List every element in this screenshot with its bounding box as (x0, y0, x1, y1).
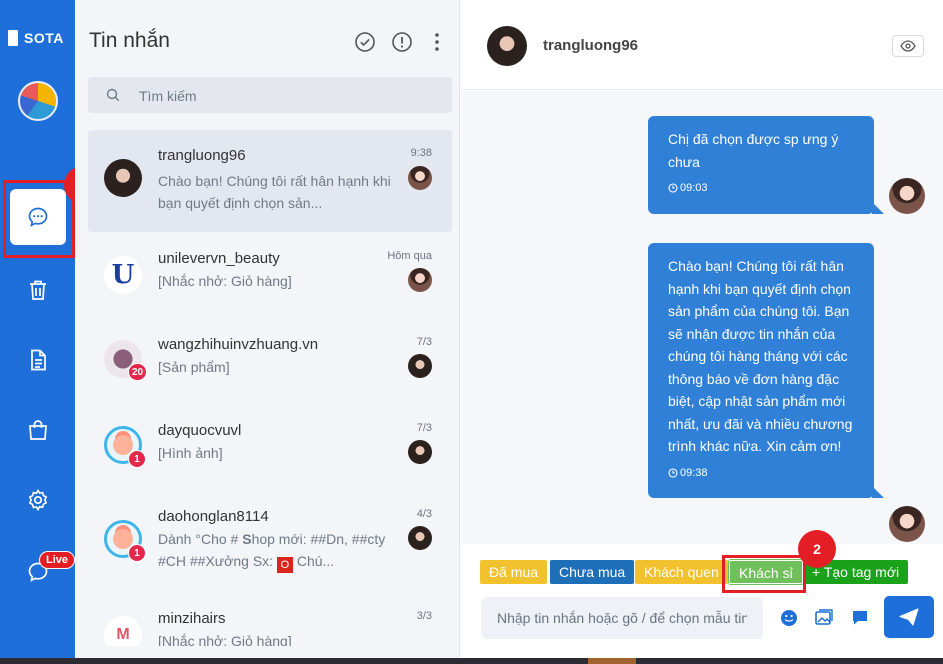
more-vertical-icon[interactable] (426, 31, 448, 53)
image-icon[interactable] (814, 608, 834, 628)
unilever-logo-icon: U (111, 260, 135, 290)
rail-settings-button[interactable] (12, 474, 64, 526)
assignee-avatar (408, 166, 432, 190)
shop-avatar[interactable] (18, 81, 58, 121)
avatar: U (104, 256, 142, 294)
conversation-time: 7/3 (416, 422, 432, 434)
avatar (104, 159, 142, 197)
conversation-time: 9:38 (410, 147, 432, 159)
conversation-snippet: [Nhắc nhở: Giỏ hàng] (158, 633, 292, 646)
message-list[interactable]: Chị đã chọn được sp ưng ý chưa 09:03 Chà… (461, 91, 943, 544)
conversation-snippet: [Sản phẩm] (158, 359, 230, 375)
view-button[interactable] (892, 35, 924, 57)
assignee-avatar (408, 354, 432, 378)
conversation-time: Hôm qua (387, 250, 432, 262)
conversation-item[interactable]: M minzihairs [Nhắc nhở: Giỏ hàng] 3/3 (88, 598, 452, 646)
chat-header: trangluong96 (461, 0, 943, 90)
step-badge-2: 2 (798, 530, 836, 568)
conversation-snippet: [Hình ảnh] (158, 445, 223, 461)
snippet-part: Chú... (292, 553, 335, 569)
tag-khach-quen[interactable]: Khách quen (635, 560, 728, 584)
message-composer (461, 594, 943, 652)
live-badge: Live (39, 551, 76, 569)
conversation-time: 3/3 (416, 610, 432, 622)
shopping-bag-icon (29, 420, 47, 440)
message-time: 09:03 (668, 177, 856, 200)
clock-icon (668, 183, 678, 193)
message-bubble: Chị đã chọn được sp ưng ý chưa 09:03 (648, 116, 884, 214)
check-circle-icon[interactable] (354, 31, 376, 53)
highlight-box-tag (722, 555, 806, 593)
send-icon (899, 608, 919, 626)
conversation-panel: Tin nhắn Tìm kiếm trangluong96 Chào bạn!… (75, 0, 460, 664)
rail-trash-button[interactable] (12, 264, 64, 316)
message-bubble: Chào bạn! Chúng tôi rất hân hạnh khi bạn… (648, 243, 884, 498)
conversation-snippet: Chào bạn! Chúng tôi rất hân hạnh khi bạn… (158, 173, 391, 211)
conversation-item[interactable]: 1 daohonglan8114 Dành °Cho # Shop mới: #… (88, 490, 452, 592)
logo-mark-icon (8, 30, 18, 46)
conversation-name: minzihairs (158, 610, 226, 627)
unread-count-badge: 1 (128, 544, 146, 562)
contact-name: trangluong96 (543, 37, 639, 54)
taskbar (0, 658, 943, 664)
brand-name: SOTA (24, 30, 64, 46)
page-title: Tin nhắn (89, 29, 170, 52)
conversation-time: 4/3 (416, 508, 432, 520)
alert-circle-icon[interactable] (391, 31, 413, 53)
send-button[interactable] (884, 596, 934, 638)
rail-document-button[interactable] (12, 334, 64, 386)
assignee-avatar (408, 268, 432, 292)
search-placeholder: Tìm kiếm (139, 88, 197, 104)
conversation-item[interactable]: trangluong96 Chào bạn! Chúng tôi rất hân… (88, 130, 452, 232)
document-icon (31, 349, 46, 371)
left-rail: SOTA Live (0, 0, 76, 664)
message-input[interactable] (481, 597, 763, 639)
emoji-icon[interactable] (779, 608, 799, 628)
rail-shopping-bag-button[interactable] (12, 404, 64, 456)
tag-da-mua[interactable]: Đã mua (480, 560, 548, 584)
search-input[interactable]: Tìm kiếm (88, 77, 452, 113)
red-square-icon: O (276, 557, 293, 573)
clock-icon (668, 468, 678, 478)
sender-avatar (889, 178, 925, 214)
tag-chua-mua[interactable]: Chưa mua (550, 560, 635, 584)
sender-avatar (889, 506, 925, 542)
list-clip: M minzihairs [Nhắc nhở: Giỏ hàng] 3/3 (75, 598, 460, 646)
snippet-part: S (242, 531, 252, 547)
avatar: M (104, 616, 142, 646)
message-text: Chào bạn! Chúng tôi rất hân hạnh khi bạn… (668, 258, 853, 454)
conversation-name: dayquocvuvl (158, 422, 242, 439)
unread-count-badge: 1 (128, 450, 146, 468)
eye-icon (900, 40, 916, 52)
sota-logo[interactable]: SOTA (8, 30, 64, 46)
conversation-name: daohonglan8114 (158, 508, 269, 525)
gear-icon (28, 488, 48, 512)
conversation-name: unilevervn_beauty (158, 250, 280, 267)
quick-reply-icon[interactable] (850, 608, 870, 628)
message-time-text: 09:38 (680, 466, 708, 479)
message-text: Chị đã chọn được sp ưng ý chưa (668, 131, 839, 170)
snippet-part: Dành °Cho # (158, 531, 243, 547)
search-icon (106, 88, 120, 102)
conversation-snippet: [Nhắc nhở: Giỏ hàng] (158, 273, 292, 289)
message-time-text: 09:03 (680, 182, 708, 194)
conversation-snippet: Dành °Cho # Shop mới: ##Dn, ##cty #CH ##… (158, 528, 398, 573)
unread-count-badge: 20 (128, 363, 148, 381)
conversation-name: wangzhihuinvzhuang.vn (158, 336, 319, 353)
highlight-box-chat (3, 180, 75, 258)
assignee-avatar (408, 440, 432, 464)
taskbar-item[interactable] (588, 658, 636, 664)
assignee-avatar (408, 526, 432, 550)
conversation-time: 7/3 (416, 336, 432, 348)
message-time: 09:38 (668, 462, 856, 485)
trash-icon (30, 280, 46, 300)
contact-avatar[interactable] (487, 26, 527, 66)
conversation-name: trangluong96 (158, 147, 246, 164)
